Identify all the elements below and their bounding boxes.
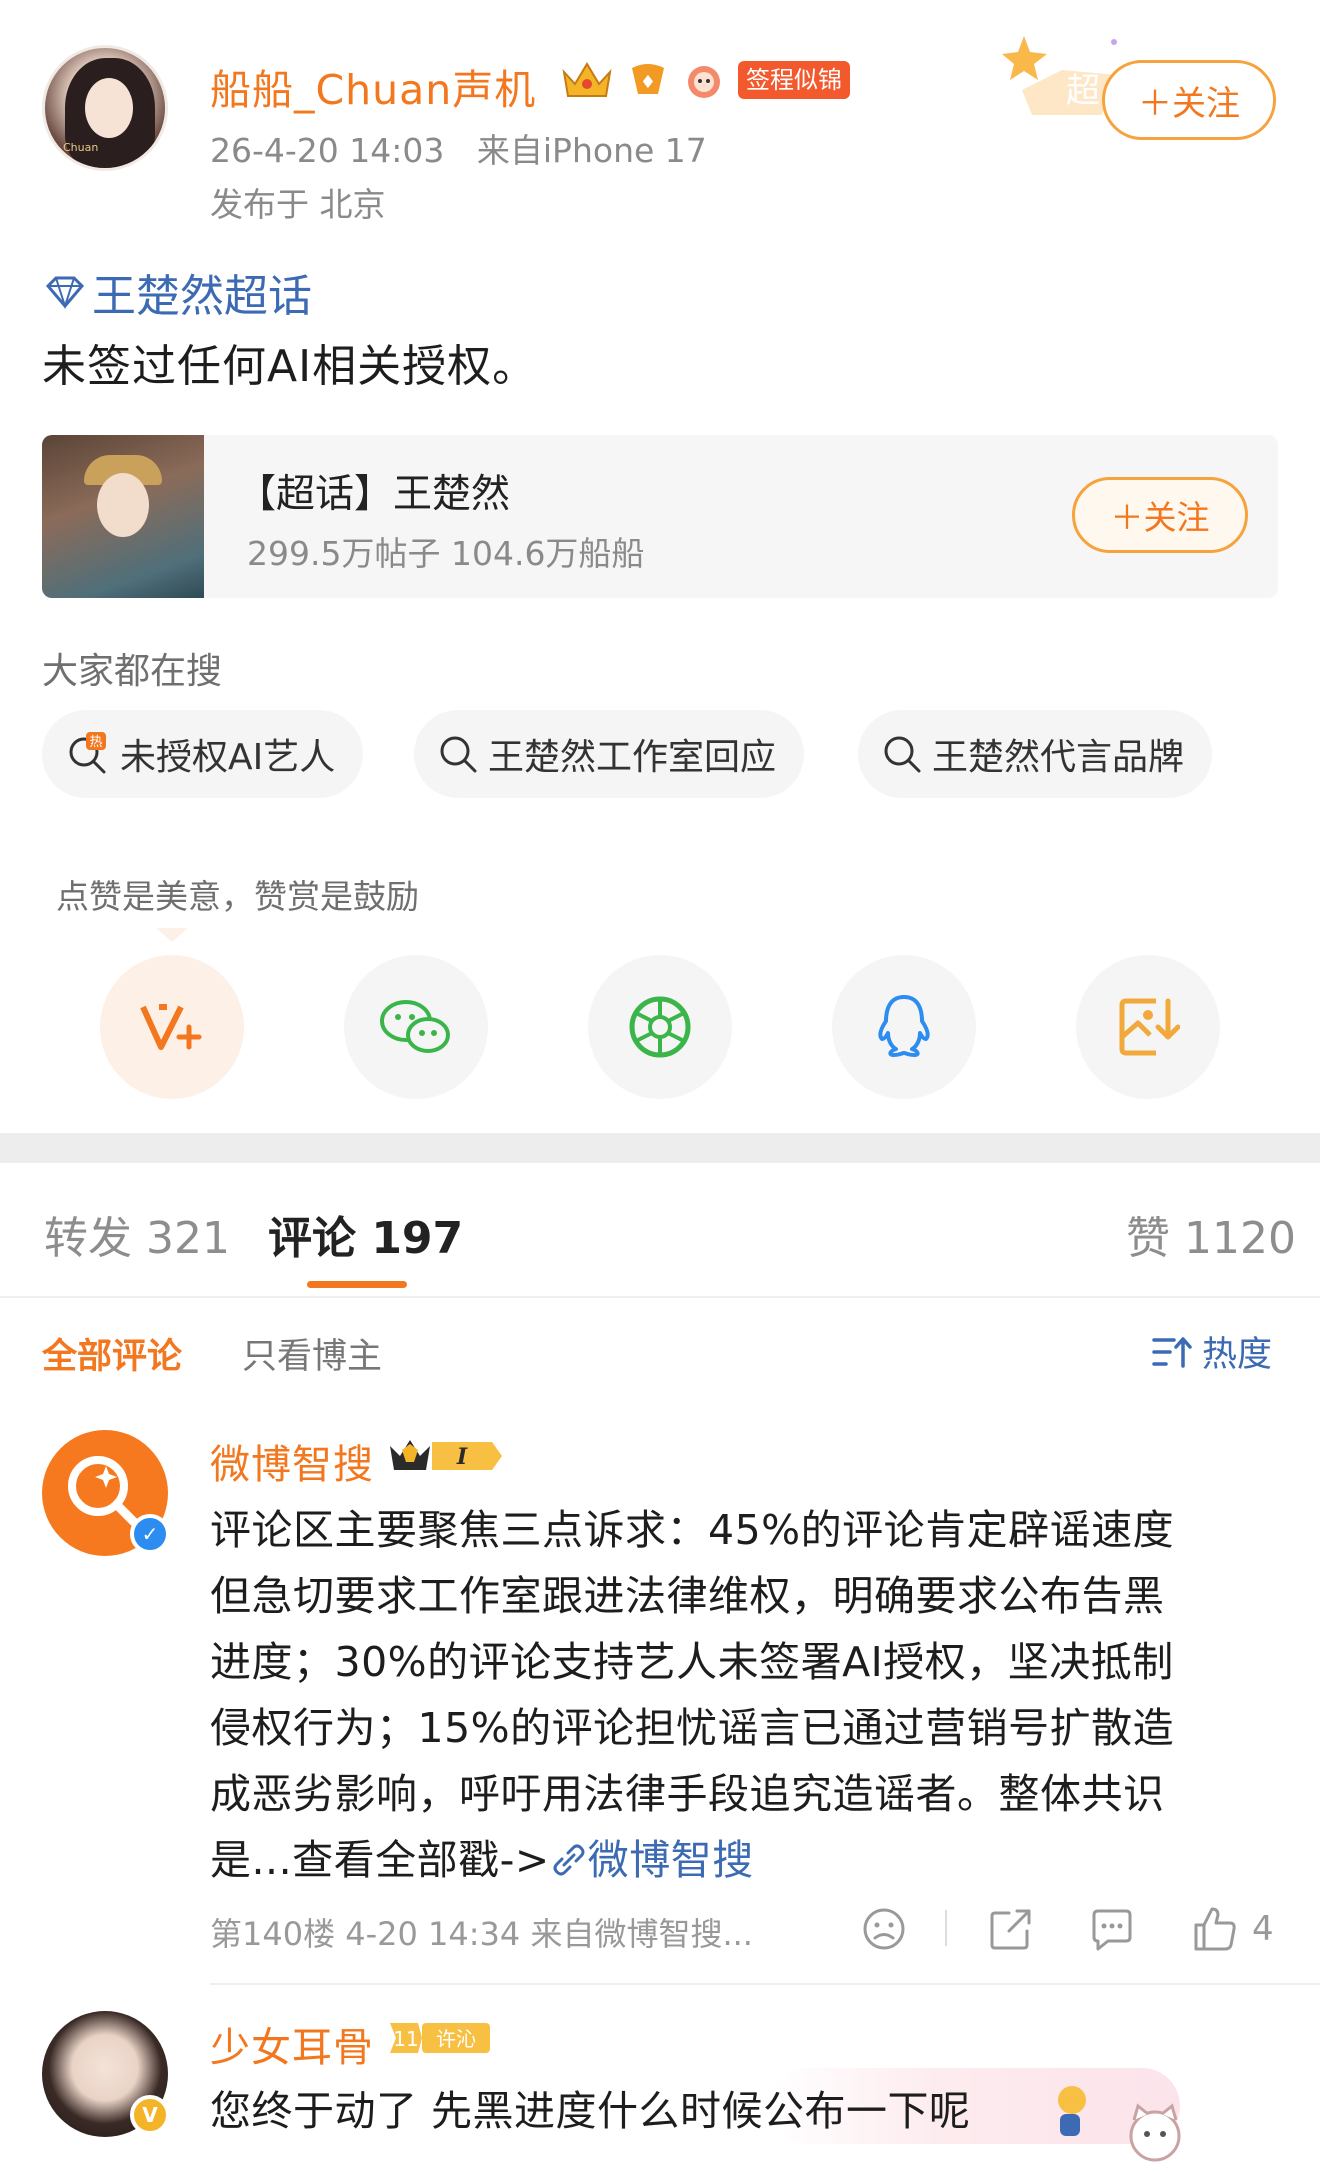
sort-icon bbox=[1152, 1336, 1192, 1368]
share-qq-button[interactable] bbox=[832, 955, 976, 1099]
smart-search-link[interactable]: 微博智搜 bbox=[550, 1836, 754, 1884]
fan-level-badge: 11 许沁 bbox=[388, 2019, 492, 2061]
search-chip-label: 王楚然工作室回应 bbox=[488, 737, 777, 778]
svg-text:♦: ♦ bbox=[640, 72, 656, 93]
comment-divider bbox=[210, 1983, 1320, 1985]
verified-gold-icon: V bbox=[130, 2095, 170, 2135]
tabs-divider bbox=[0, 1296, 1320, 1298]
search-chip-studio[interactable]: 王楚然工作室回应 bbox=[414, 710, 805, 798]
post-meta: 26-4-20 14:03 来自iPhone 17 bbox=[210, 124, 729, 172]
search-icon bbox=[884, 736, 921, 773]
topic-follow-button[interactable]: ＋关注 bbox=[1072, 477, 1248, 553]
crown-level-icon: I bbox=[390, 1440, 502, 1470]
fan-badge-icon[interactable]: ♦ bbox=[626, 58, 670, 102]
filter-all-comments[interactable]: 全部评论 bbox=[42, 1328, 182, 1379]
qq-icon bbox=[878, 995, 930, 1057]
comment-meta: 第140楼 4-20 14:34 来自微博智搜... bbox=[210, 1915, 753, 1953]
super-deco-text: 超 bbox=[1066, 71, 1100, 111]
wechat-icon bbox=[380, 1000, 450, 1053]
level-text: I bbox=[456, 1444, 468, 1470]
commenter-name[interactable]: 微博智搜 bbox=[210, 1432, 374, 1490]
author-avatar[interactable]: Chuan bbox=[42, 45, 168, 171]
post-source: 来自iPhone 17 bbox=[476, 131, 707, 170]
author-name[interactable]: 船船_Chuan声机 bbox=[210, 56, 536, 116]
verified-blue-icon: ✓ bbox=[130, 1514, 170, 1554]
like-count: 4 bbox=[1252, 1909, 1274, 1949]
active-tab-indicator bbox=[307, 1281, 407, 1288]
comment-body: 您终于动了 先黑进度什么时候公布一下呢 bbox=[210, 2087, 971, 2135]
character-badge-icon[interactable] bbox=[682, 58, 726, 102]
hot-search-icon: 热 bbox=[69, 732, 106, 774]
search-chip-brand[interactable]: 王楚然代言品牌 bbox=[858, 710, 1213, 798]
super-topic-label[interactable]: 王楚然超话 bbox=[92, 260, 312, 324]
search-icon bbox=[440, 736, 477, 773]
author-badges: ♦ 签程似锦 bbox=[560, 58, 850, 102]
action-separator bbox=[945, 1910, 947, 1946]
filter-author-only[interactable]: 只看博主 bbox=[242, 1328, 382, 1379]
super-topic-card[interactable]: 【超话】王楚然 299.5万帖子 104.6万船船 ＋关注 bbox=[42, 435, 1278, 598]
comment-line: 侵权行为；15%的评论担忧谣言已通过营销号扩散造 bbox=[210, 1704, 1175, 1752]
comment-line: 但急切要求工作室跟进法律维权，明确要求公布告黑 bbox=[210, 1572, 1165, 1620]
search-chip-hot[interactable]: 热 未授权AI艺人 bbox=[42, 710, 364, 798]
hot-search-title: 大家都在搜 bbox=[42, 651, 223, 692]
commenter-avatar[interactable]: V bbox=[42, 2011, 170, 2137]
membership-tag[interactable]: 签程似锦 bbox=[738, 61, 850, 99]
tab-like[interactable]: 赞 1120 bbox=[1126, 1202, 1296, 1266]
vip-reward-icon bbox=[140, 1004, 202, 1050]
sticker-cat-icon bbox=[1129, 2103, 1181, 2162]
post-timestamp: 26-4-20 14:03 bbox=[210, 131, 445, 170]
save-image-button[interactable] bbox=[1076, 955, 1220, 1099]
commenter-avatar[interactable]: ✓ bbox=[42, 1430, 170, 1556]
super-topic-link[interactable]: 王楚然超话 bbox=[44, 260, 312, 324]
diamond-icon bbox=[45, 276, 85, 310]
topic-card-stats: 299.5万帖子 104.6万船船 bbox=[247, 534, 645, 573]
sort-label: 热度 bbox=[1202, 1335, 1273, 1375]
topic-thumbnail bbox=[42, 435, 204, 598]
comment-line: 进度；30%的评论支持艺人未签署AI授权，坚决抵制 bbox=[210, 1638, 1174, 1686]
share-moments-button[interactable] bbox=[588, 955, 732, 1099]
sort-button[interactable]: 热度 bbox=[1152, 1326, 1272, 1377]
comment-line: 评论区主要聚焦三点诉求：45%的评论肯定辟谣速度 bbox=[210, 1506, 1175, 1554]
level-badge: I bbox=[388, 1436, 504, 1480]
comment-truncated-text: 是...查看全部戳-> bbox=[210, 1836, 550, 1884]
svg-text:热: 热 bbox=[89, 735, 102, 750]
reward-button[interactable] bbox=[100, 955, 244, 1099]
comment-line: 是...查看全部戳-> 微博智搜 bbox=[210, 1827, 1270, 1893]
comment-body: 评论区主要聚焦三点诉求：45%的评论肯定辟谣速度 但急切要求工作室跟进法律维权，… bbox=[210, 1497, 1270, 1893]
section-divider bbox=[0, 1133, 1320, 1163]
tooltip-pointer bbox=[156, 928, 188, 942]
search-chip-label: 未授权AI艺人 bbox=[120, 737, 336, 778]
share-icon[interactable] bbox=[987, 1905, 1035, 1953]
tab-comment[interactable]: 评论 197 bbox=[268, 1202, 463, 1266]
post-location: 发布于 北京 bbox=[210, 185, 386, 224]
commenter-name[interactable]: 少女耳骨 bbox=[210, 2015, 374, 2073]
reply-icon[interactable] bbox=[1088, 1905, 1136, 1953]
dislike-face-icon[interactable] bbox=[860, 1905, 908, 1953]
moments-icon bbox=[629, 996, 691, 1058]
smart-search-link-label[interactable]: 微博智搜 bbox=[588, 1836, 754, 1884]
crown-badge-icon[interactable] bbox=[560, 58, 614, 102]
fan-level-icon: 11 许沁 bbox=[390, 2023, 490, 2053]
tab-repost[interactable]: 转发 321 bbox=[44, 1202, 230, 1266]
reward-hint: 点赞是美意，赞赏是鼓励 bbox=[56, 877, 419, 916]
thumbs-up-icon[interactable] bbox=[1190, 1905, 1238, 1953]
link-icon bbox=[553, 1844, 585, 1876]
save-image-icon bbox=[1119, 998, 1180, 1056]
search-chip-label: 王楚然代言品牌 bbox=[932, 737, 1185, 778]
fan-level-number: 11 bbox=[393, 2027, 418, 2051]
emoji-sticker-icon bbox=[1058, 2086, 1086, 2136]
post-content: 未签过任何AI相关授权。 bbox=[42, 341, 538, 392]
topic-card-title: 【超话】王楚然 bbox=[237, 472, 511, 517]
comment-line: 成恶劣影响，呼吁用法律手段追究造谣者。整体共识 bbox=[210, 1770, 1165, 1818]
follow-button[interactable]: ＋关注 bbox=[1102, 60, 1276, 140]
share-wechat-button[interactable] bbox=[344, 955, 488, 1099]
fan-badge-text: 许沁 bbox=[436, 2027, 476, 2051]
